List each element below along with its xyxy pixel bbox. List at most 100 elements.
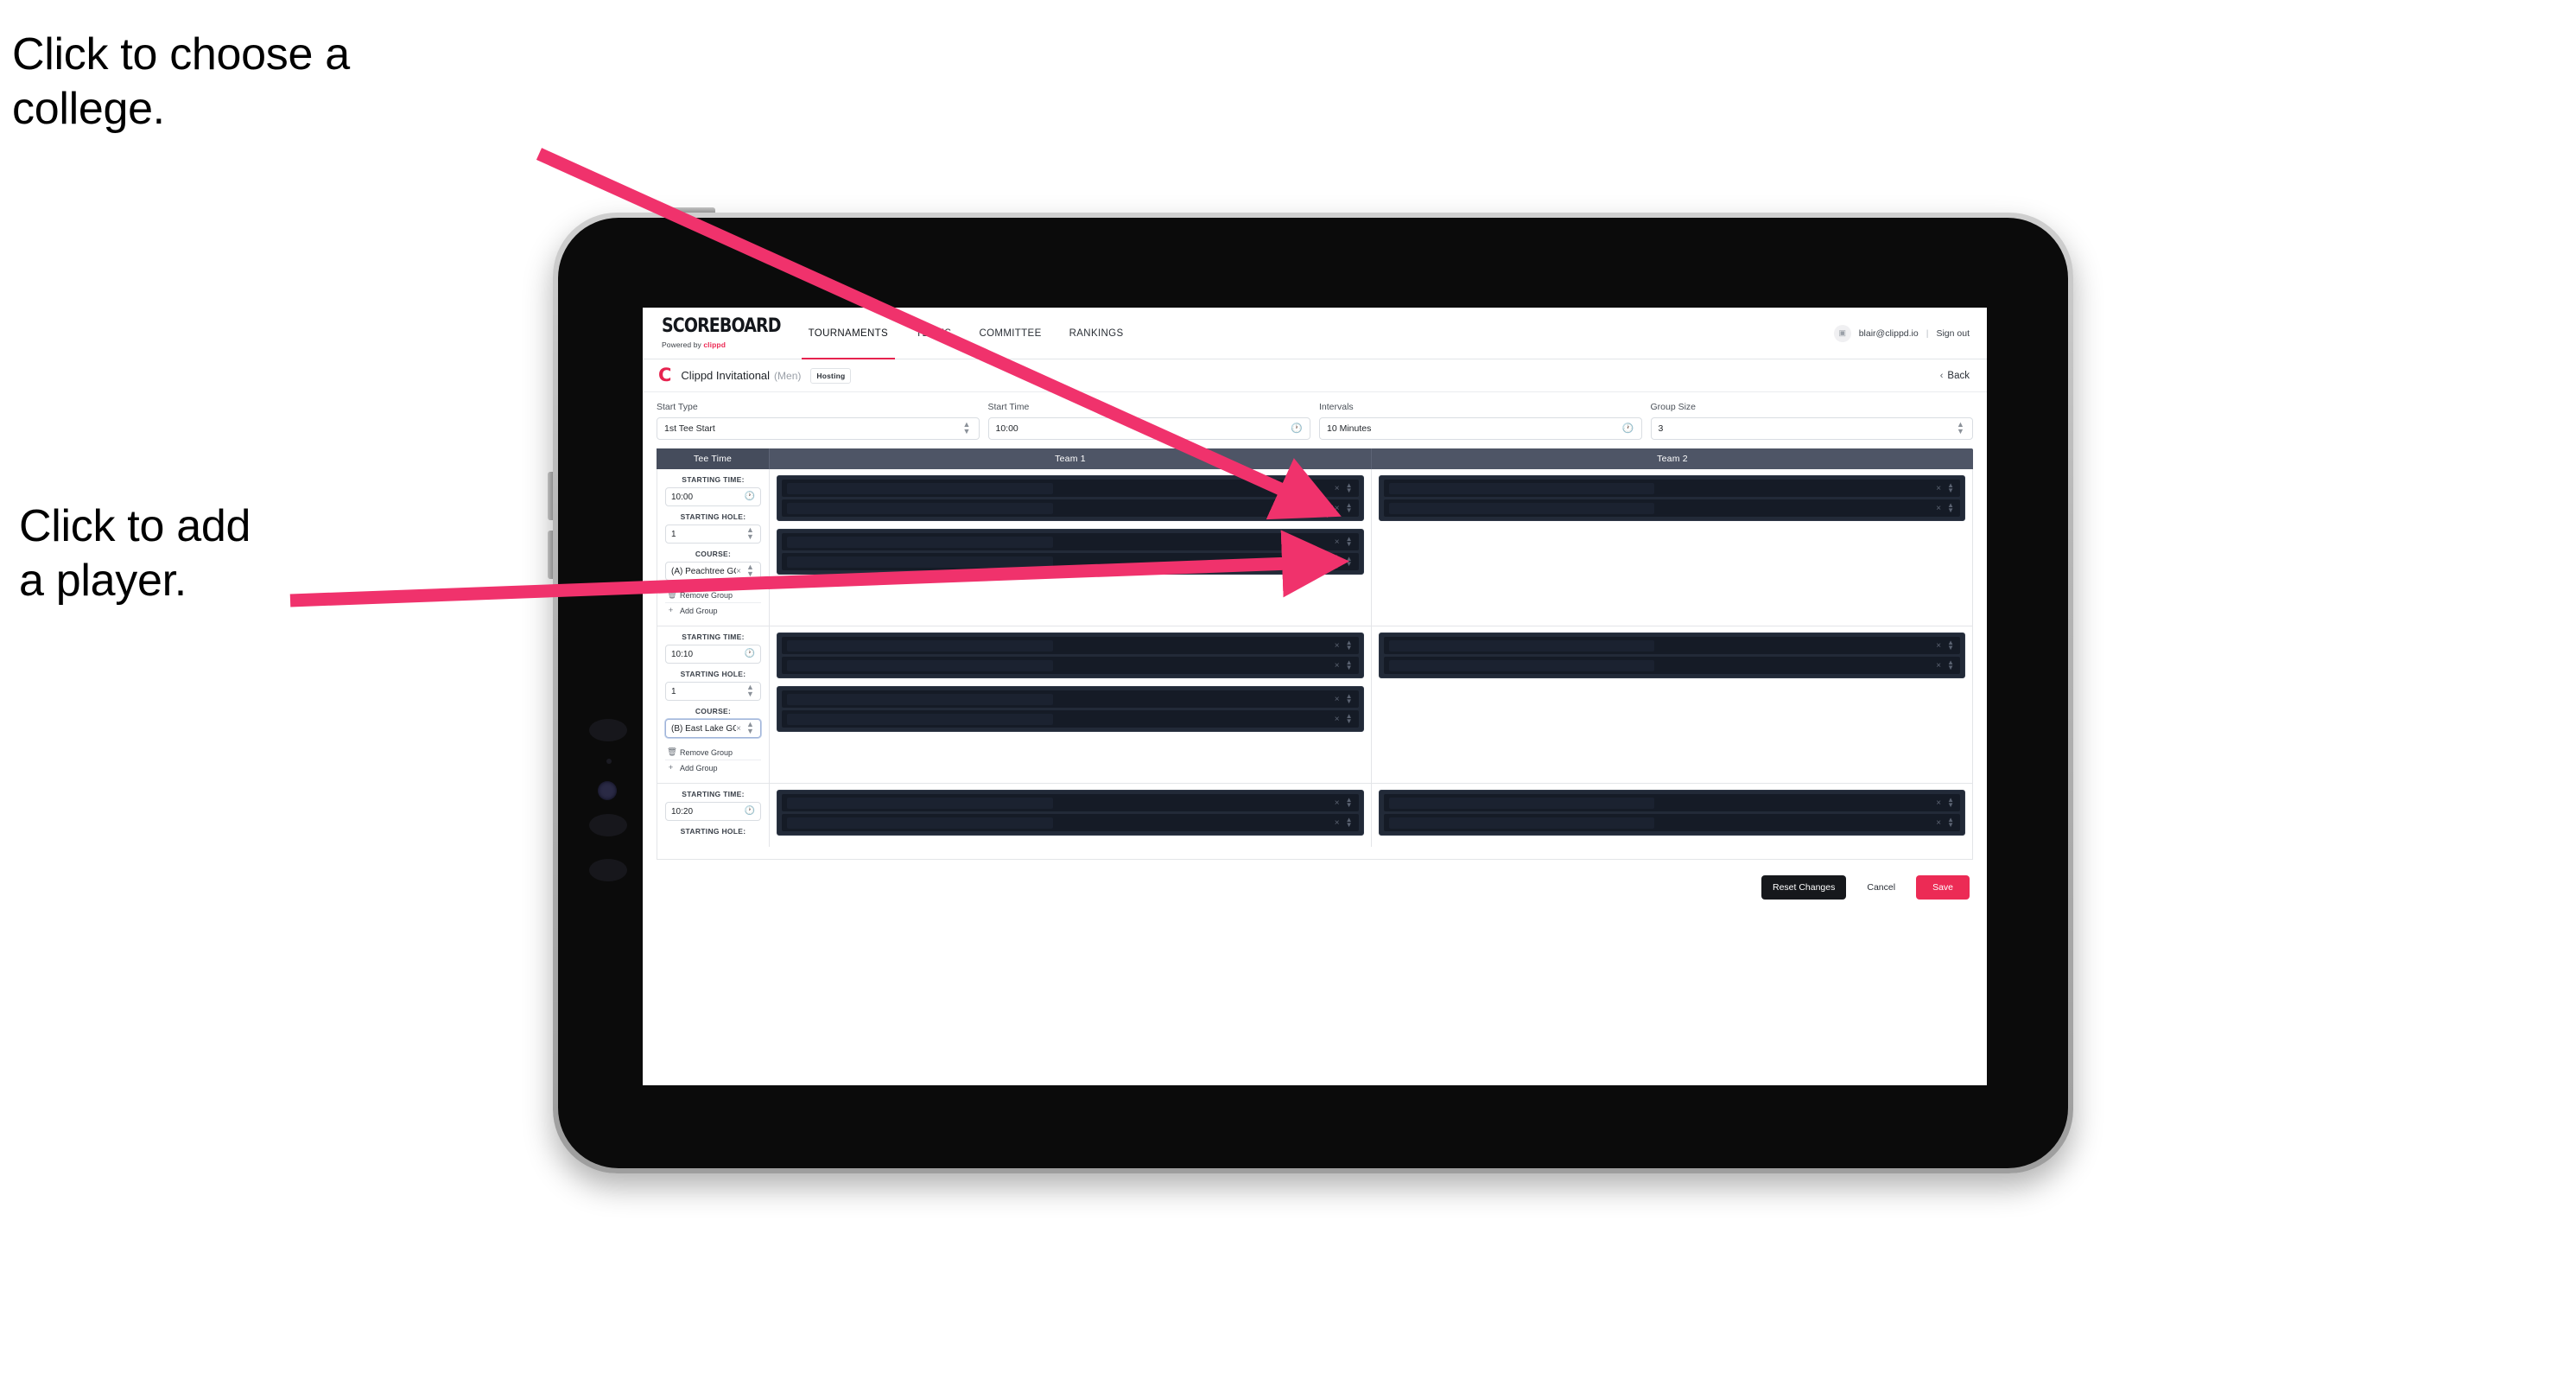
close-x-icon[interactable]: ×	[736, 724, 741, 734]
close-x-icon[interactable]: ×	[1335, 798, 1340, 808]
field-start-type-label: Start Type	[657, 402, 698, 412]
nav-item-teams[interactable]: TEAMS	[902, 308, 965, 359]
player-slot[interactable]: × ▲ ▼	[782, 710, 1359, 728]
close-x-icon[interactable]: ×	[1936, 798, 1941, 808]
close-x-icon[interactable]: ×	[1335, 484, 1340, 493]
player-name-redacted	[787, 797, 1053, 809]
chevron-updown-icon[interactable]: ▲ ▼	[746, 526, 755, 540]
player-slot[interactable]: × ▲ ▼	[782, 657, 1359, 674]
course-label: COURSE:	[695, 550, 732, 558]
tablet-screen-bezel: SCOREBOARD Powered by clippd TOURNAMENTS…	[558, 218, 2068, 1168]
starting-time-input[interactable]: 10:00 🕐	[665, 487, 761, 506]
start-type-select[interactable]: 1st Tee Start ▲ ▼	[657, 417, 980, 440]
nav-item-committee[interactable]: COMMITTEE	[965, 308, 1055, 359]
close-x-icon[interactable]: ×	[1335, 661, 1340, 671]
back-button[interactable]: ‹ Back	[1940, 371, 1970, 381]
nav-item-tournaments[interactable]: TOURNAMENTS	[795, 308, 902, 359]
chevron-updown-icon[interactable]: ▲ ▼	[1346, 692, 1353, 705]
team-1-cell: × ▲ ▼ × ▲ ▼	[770, 784, 1372, 847]
starting-hole-stepper[interactable]: 1 ▲ ▼	[665, 525, 761, 544]
top-navigation-bar: SCOREBOARD Powered by clippd TOURNAMENTS…	[643, 308, 1987, 359]
group-size-stepper[interactable]: 3 ▲ ▼	[1650, 417, 1973, 440]
player-slot[interactable]: × ▲ ▼	[1383, 499, 1960, 517]
player-slot[interactable]: × ▲ ▼	[782, 637, 1359, 654]
chevron-updown-icon[interactable]: ▲ ▼	[1346, 816, 1353, 829]
chevron-updown-icon[interactable]: ▲ ▼	[1346, 658, 1353, 671]
clock-icon[interactable]: 🕐	[745, 493, 755, 501]
close-x-icon[interactable]: ×	[1936, 818, 1941, 828]
player-slot[interactable]: × ▲ ▼	[782, 814, 1359, 831]
clock-icon[interactable]: 🕐	[1622, 423, 1634, 434]
player-slot[interactable]: × ▲ ▼	[1383, 637, 1960, 654]
close-x-icon[interactable]: ×	[1335, 641, 1340, 651]
chevron-updown-icon[interactable]: ▲ ▼	[1947, 481, 1954, 494]
chevron-updown-icon[interactable]: ▲ ▼	[1956, 421, 1965, 435]
chevron-updown-icon[interactable]: ▲ ▼	[1947, 501, 1954, 514]
starting-time-input[interactable]: 10:10 🕐	[665, 645, 761, 664]
close-x-icon[interactable]: ×	[1335, 537, 1340, 547]
close-x-icon[interactable]: ×	[1335, 695, 1340, 704]
chevron-updown-icon[interactable]: ▲ ▼	[1346, 501, 1353, 514]
chevron-updown-icon[interactable]: ▲ ▼	[746, 721, 755, 734]
start-time-input[interactable]: 10:00 🕐	[987, 417, 1310, 440]
cancel-button[interactable]: Cancel	[1851, 875, 1911, 900]
course-select[interactable]: (A) Peachtree GC × ▲ ▼	[665, 562, 761, 581]
remove-group-button[interactable]: 🗑 Remove Group	[665, 745, 761, 760]
close-x-icon[interactable]: ×	[1335, 715, 1340, 724]
chevron-updown-icon[interactable]: ▲ ▼	[1346, 481, 1353, 494]
course-select[interactable]: (B) East Lake GC × ▲ ▼	[665, 719, 761, 738]
player-slot[interactable]: × ▲ ▼	[1383, 814, 1960, 831]
tee-time-cell: STARTING TIME: 10:10 🕐 STARTING HOLE: 1 ▲ ▼ COU…	[657, 626, 770, 783]
close-x-icon[interactable]: ×	[1335, 504, 1340, 513]
sign-out-link[interactable]: Sign out	[1936, 328, 1970, 339]
save-button[interactable]: Save	[1916, 875, 1970, 900]
chevron-updown-icon[interactable]: ▲ ▼	[1346, 555, 1353, 568]
team-2-cell: × ▲ ▼ × ▲ ▼	[1372, 784, 1973, 847]
nav-item-rankings[interactable]: RANKINGS	[1056, 308, 1138, 359]
player-name-redacted	[787, 713, 1053, 725]
clock-icon[interactable]: 🕐	[745, 807, 755, 816]
chevron-updown-icon[interactable]: ▲ ▼	[1346, 639, 1353, 652]
chevron-updown-icon[interactable]: ▲ ▼	[1346, 796, 1353, 809]
starting-time-input[interactable]: 10:20 🕐	[665, 802, 761, 821]
chevron-updown-icon[interactable]: ▲ ▼	[1947, 658, 1954, 671]
close-x-icon[interactable]: ×	[1936, 504, 1941, 513]
player-slot[interactable]: × ▲ ▼	[1383, 794, 1960, 811]
player-slot[interactable]: × ▲ ▼	[782, 794, 1359, 811]
close-x-icon[interactable]: ×	[1335, 818, 1340, 828]
chevron-updown-icon[interactable]: ▲ ▼	[1947, 796, 1954, 809]
chevron-updown-icon[interactable]: ▲ ▼	[1346, 535, 1353, 548]
close-x-icon[interactable]: ×	[1936, 484, 1941, 493]
close-x-icon[interactable]: ×	[1936, 641, 1941, 651]
remove-group-button[interactable]: 🗑 Remove Group	[665, 588, 761, 603]
close-x-icon[interactable]: ×	[1335, 557, 1340, 567]
chevron-updown-icon[interactable]: ▲ ▼	[746, 683, 755, 697]
player-slot[interactable]: × ▲ ▼	[782, 553, 1359, 570]
clock-icon[interactable]: 🕐	[1291, 423, 1303, 434]
clock-icon[interactable]: 🕐	[745, 650, 755, 658]
chevron-updown-icon[interactable]: ▲ ▼	[962, 421, 972, 435]
player-slot[interactable]: × ▲ ▼	[782, 480, 1359, 497]
plus-icon: +	[668, 606, 674, 615]
add-group-button[interactable]: + Add Group	[665, 603, 761, 618]
player-slot[interactable]: × ▲ ▼	[782, 690, 1359, 708]
tee-sheet-table-header: Tee Time Team 1 Team 2	[657, 448, 1973, 469]
intervals-input[interactable]: 10 Minutes 🕐	[1319, 417, 1642, 440]
player-slot[interactable]: × ▲ ▼	[782, 533, 1359, 550]
player-slot[interactable]: × ▲ ▼	[1383, 657, 1960, 674]
chevron-updown-icon[interactable]: ▲ ▼	[1947, 639, 1954, 652]
chevron-updown-icon[interactable]: ▲ ▼	[746, 563, 755, 577]
player-slot[interactable]: × ▲ ▼	[782, 499, 1359, 517]
reset-changes-button[interactable]: Reset Changes	[1761, 875, 1847, 900]
add-group-button[interactable]: + Add Group	[665, 760, 761, 775]
starting-hole-stepper[interactable]: 1 ▲ ▼	[665, 682, 761, 701]
close-x-icon[interactable]: ×	[1936, 661, 1941, 671]
chevron-updown-icon[interactable]: ▲ ▼	[1947, 816, 1954, 829]
brand-logo[interactable]: SCOREBOARD Powered by clippd	[643, 308, 795, 359]
player-slot[interactable]: × ▲ ▼	[1383, 480, 1960, 497]
chevron-updown-icon[interactable]: ▲ ▼	[1346, 712, 1353, 725]
user-avatar-icon[interactable]: ▣	[1833, 324, 1851, 342]
device-speaker-grill-lower-icon	[589, 814, 627, 836]
close-x-icon[interactable]: ×	[736, 567, 741, 576]
course-select-value: (B) East Lake GC	[671, 723, 737, 734]
